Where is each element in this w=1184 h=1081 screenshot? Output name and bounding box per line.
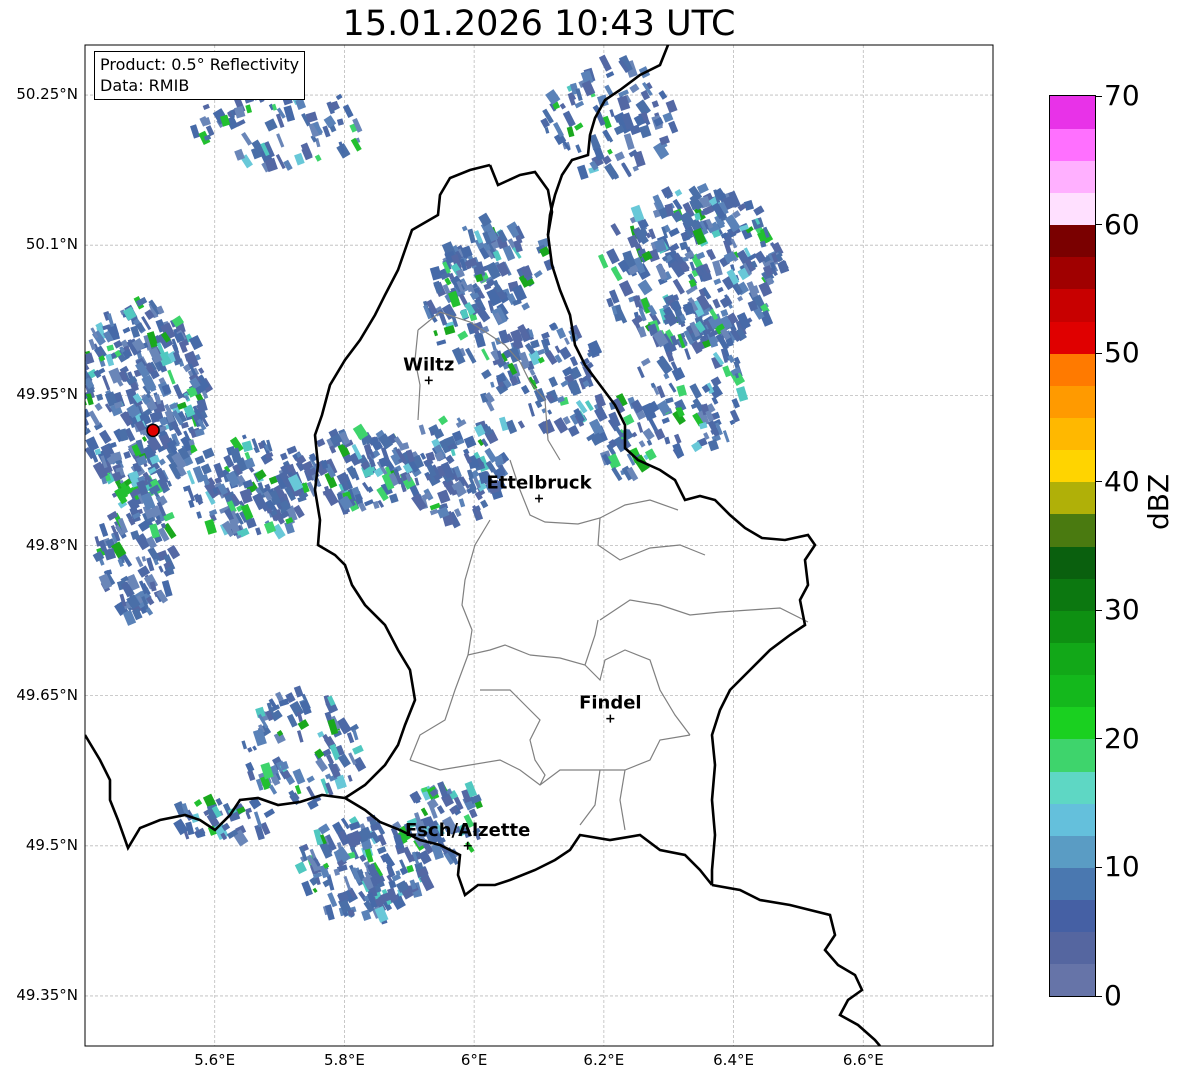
colorbar-tick-label: 30: [1104, 593, 1140, 627]
colorbar-segment: [1050, 481, 1095, 515]
product-info-box: Product: 0.5° Reflectivity Data: RMIB: [94, 51, 306, 100]
colorbar-segment: [1050, 931, 1095, 965]
colorbar-label: dBZ: [1142, 473, 1175, 530]
colorbar-tick-label: 20: [1104, 721, 1140, 755]
colorbar-tick-label: 40: [1104, 464, 1140, 498]
colorbar-segment: [1050, 256, 1095, 290]
lon-tick-label: 5.8°E: [324, 1051, 365, 1069]
lat-tick-label: 49.8°N: [25, 535, 78, 554]
colorbar-segment: [1050, 128, 1095, 161]
colorbar-segment: [1050, 867, 1095, 901]
colorbar-segment: [1050, 321, 1095, 354]
colorbar-tick-label: 50: [1104, 336, 1140, 370]
lat-tick-label: 49.95°N: [16, 385, 78, 404]
colorbar-segment: [1050, 546, 1095, 579]
colorbar-segment: [1050, 899, 1095, 933]
lat-tick-label: 50.1°N: [25, 235, 78, 254]
colorbar-segment: [1050, 771, 1095, 804]
colorbar-segment: [1050, 803, 1095, 836]
echo-pixel: [85, 363, 86, 374]
colorbar-segment: [1050, 385, 1095, 419]
colorbar-segment: [1050, 674, 1095, 708]
colorbar-segment: [1050, 642, 1095, 676]
colorbar-tick-mark: [1096, 224, 1102, 226]
lat-tick-label: 49.65°N: [16, 685, 78, 704]
colorbar-segment: [1050, 192, 1095, 226]
colorbar-segment: [1050, 706, 1095, 740]
city-label: Wiltz: [403, 354, 454, 375]
lat-tick-label: 50.25°N: [16, 85, 78, 104]
colorbar-tick-label: 70: [1104, 79, 1140, 112]
city-label: Findel: [579, 693, 642, 714]
colorbar-segment: [1050, 288, 1095, 322]
colorbar-segment: [1050, 578, 1095, 611]
colorbar-segment: [1050, 353, 1095, 386]
colorbar-tick-mark: [1096, 352, 1102, 354]
colorbar-segment: [1050, 513, 1095, 547]
colorbar-tick-mark: [1096, 866, 1102, 868]
colorbar-segment: [1050, 96, 1095, 129]
colorbar-segment: [1050, 610, 1095, 644]
colorbar-segment: [1050, 835, 1095, 869]
colorbar-segment: [1050, 224, 1095, 258]
colorbar-tick-label: 0: [1104, 979, 1122, 1012]
lat-tick-label: 49.5°N: [25, 835, 78, 854]
colorbar-tick-mark: [1096, 609, 1102, 611]
colorbar-segment: [1050, 738, 1095, 772]
colorbar: [1049, 95, 1096, 997]
lon-tick-label: 6.4°E: [713, 1051, 754, 1069]
colorbar-tick-mark: [1096, 995, 1102, 997]
city-label: Ettelbruck: [486, 472, 592, 493]
radar-site-marker: [146, 423, 160, 438]
colorbar-segment: [1050, 963, 1095, 996]
colorbar-tick-mark: [1096, 738, 1102, 740]
colorbar-tick-label: 60: [1104, 207, 1140, 241]
city-label: Esch/Alzette: [405, 820, 530, 841]
product-label: Product: 0.5° Reflectivity: [100, 55, 300, 74]
data-source-label: Data: RMIB: [100, 76, 190, 95]
colorbar-segment: [1050, 160, 1095, 194]
colorbar-tick-label: 10: [1104, 850, 1140, 884]
lon-tick-label: 6.2°E: [583, 1051, 625, 1069]
colorbar-segment: [1050, 417, 1095, 451]
lon-tick-label: 6.6°E: [842, 1051, 884, 1069]
lat-tick-label: 49.35°N: [16, 985, 78, 1004]
colorbar-tick-mark: [1096, 95, 1102, 97]
radar-map: Wiltz Ettelbruck Findel Esch/Alzette: [84, 44, 994, 1047]
lon-tick-label: 5.6°E: [194, 1051, 236, 1069]
colorbar-segment: [1050, 449, 1095, 483]
colorbar-tick-mark: [1096, 481, 1102, 483]
lon-tick-label: 6°E: [460, 1051, 488, 1069]
